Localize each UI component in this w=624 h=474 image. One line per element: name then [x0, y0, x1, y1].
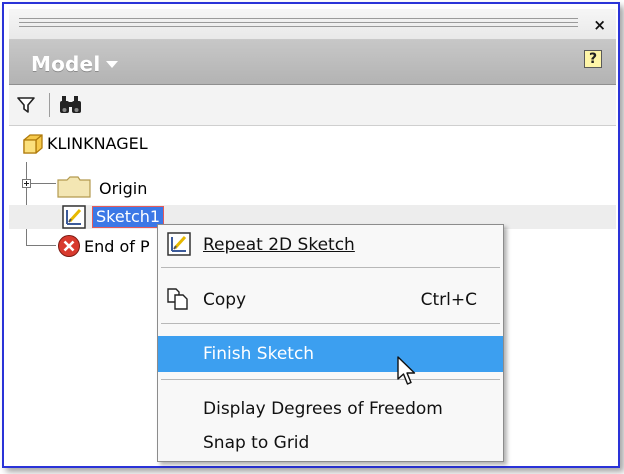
end-of-part-icon	[57, 234, 81, 262]
close-icon[interactable]: ×	[593, 18, 606, 33]
shortcut-label: Ctrl+C	[420, 290, 477, 310]
menu-item-label: Repeat 2D Sketch	[203, 235, 355, 255]
menu-separator	[161, 323, 500, 324]
menu-item-repeat-2d-sketch[interactable]: Repeat 2D Sketch	[158, 227, 503, 263]
menu-item-copy[interactable]: Copy Ctrl+C	[158, 282, 503, 318]
model-title[interactable]: Model	[31, 52, 100, 76]
chevron-down-icon[interactable]	[106, 61, 118, 68]
panel-titlebar[interactable]: ×	[9, 9, 616, 40]
model-header[interactable]: Model ?	[9, 40, 616, 85]
tree-item-sketch1[interactable]: Sketch1	[91, 206, 165, 228]
context-menu: Repeat 2D Sketch Copy Ctrl+C Finish Sket…	[157, 224, 504, 462]
menu-item-label: Display Degrees of Freedom	[203, 399, 443, 419]
grip-line	[19, 22, 578, 23]
folder-icon	[57, 176, 91, 202]
toolbar-separator	[49, 93, 50, 117]
tree-item-end-of-part[interactable]: End of P	[84, 237, 150, 256]
tree-item-origin[interactable]: Origin	[99, 179, 147, 198]
tree-connector	[26, 162, 27, 245]
grip-line	[19, 26, 578, 27]
menu-item-label: Copy	[203, 290, 247, 310]
binoculars-icon[interactable]	[59, 94, 83, 120]
expand-toggle[interactable]	[22, 179, 31, 188]
menu-item-label: Snap to Grid	[203, 433, 310, 453]
tree-connector	[26, 245, 56, 246]
part-icon	[21, 132, 45, 160]
tree-connector	[31, 183, 56, 184]
menu-item-finish-sketch[interactable]: Finish Sketch	[158, 336, 503, 372]
menu-separator	[161, 267, 500, 268]
tree-root-label[interactable]: KLINKNAGEL	[47, 134, 148, 153]
sketch-icon	[167, 232, 191, 261]
browser-toolbar	[9, 85, 616, 126]
menu-separator	[161, 379, 500, 380]
menu-item-display-degrees-of-freedom[interactable]: Display Degrees of Freedom	[158, 391, 503, 427]
sketch-icon	[62, 205, 86, 233]
mouse-cursor-icon	[396, 355, 422, 393]
menu-item-label: Finish Sketch	[203, 344, 315, 364]
filter-icon[interactable]	[17, 96, 35, 118]
menu-item-snap-to-grid[interactable]: Snap to Grid	[158, 425, 503, 461]
copy-icon	[166, 288, 190, 315]
help-button[interactable]: ?	[584, 50, 602, 68]
grip-line	[19, 18, 578, 19]
